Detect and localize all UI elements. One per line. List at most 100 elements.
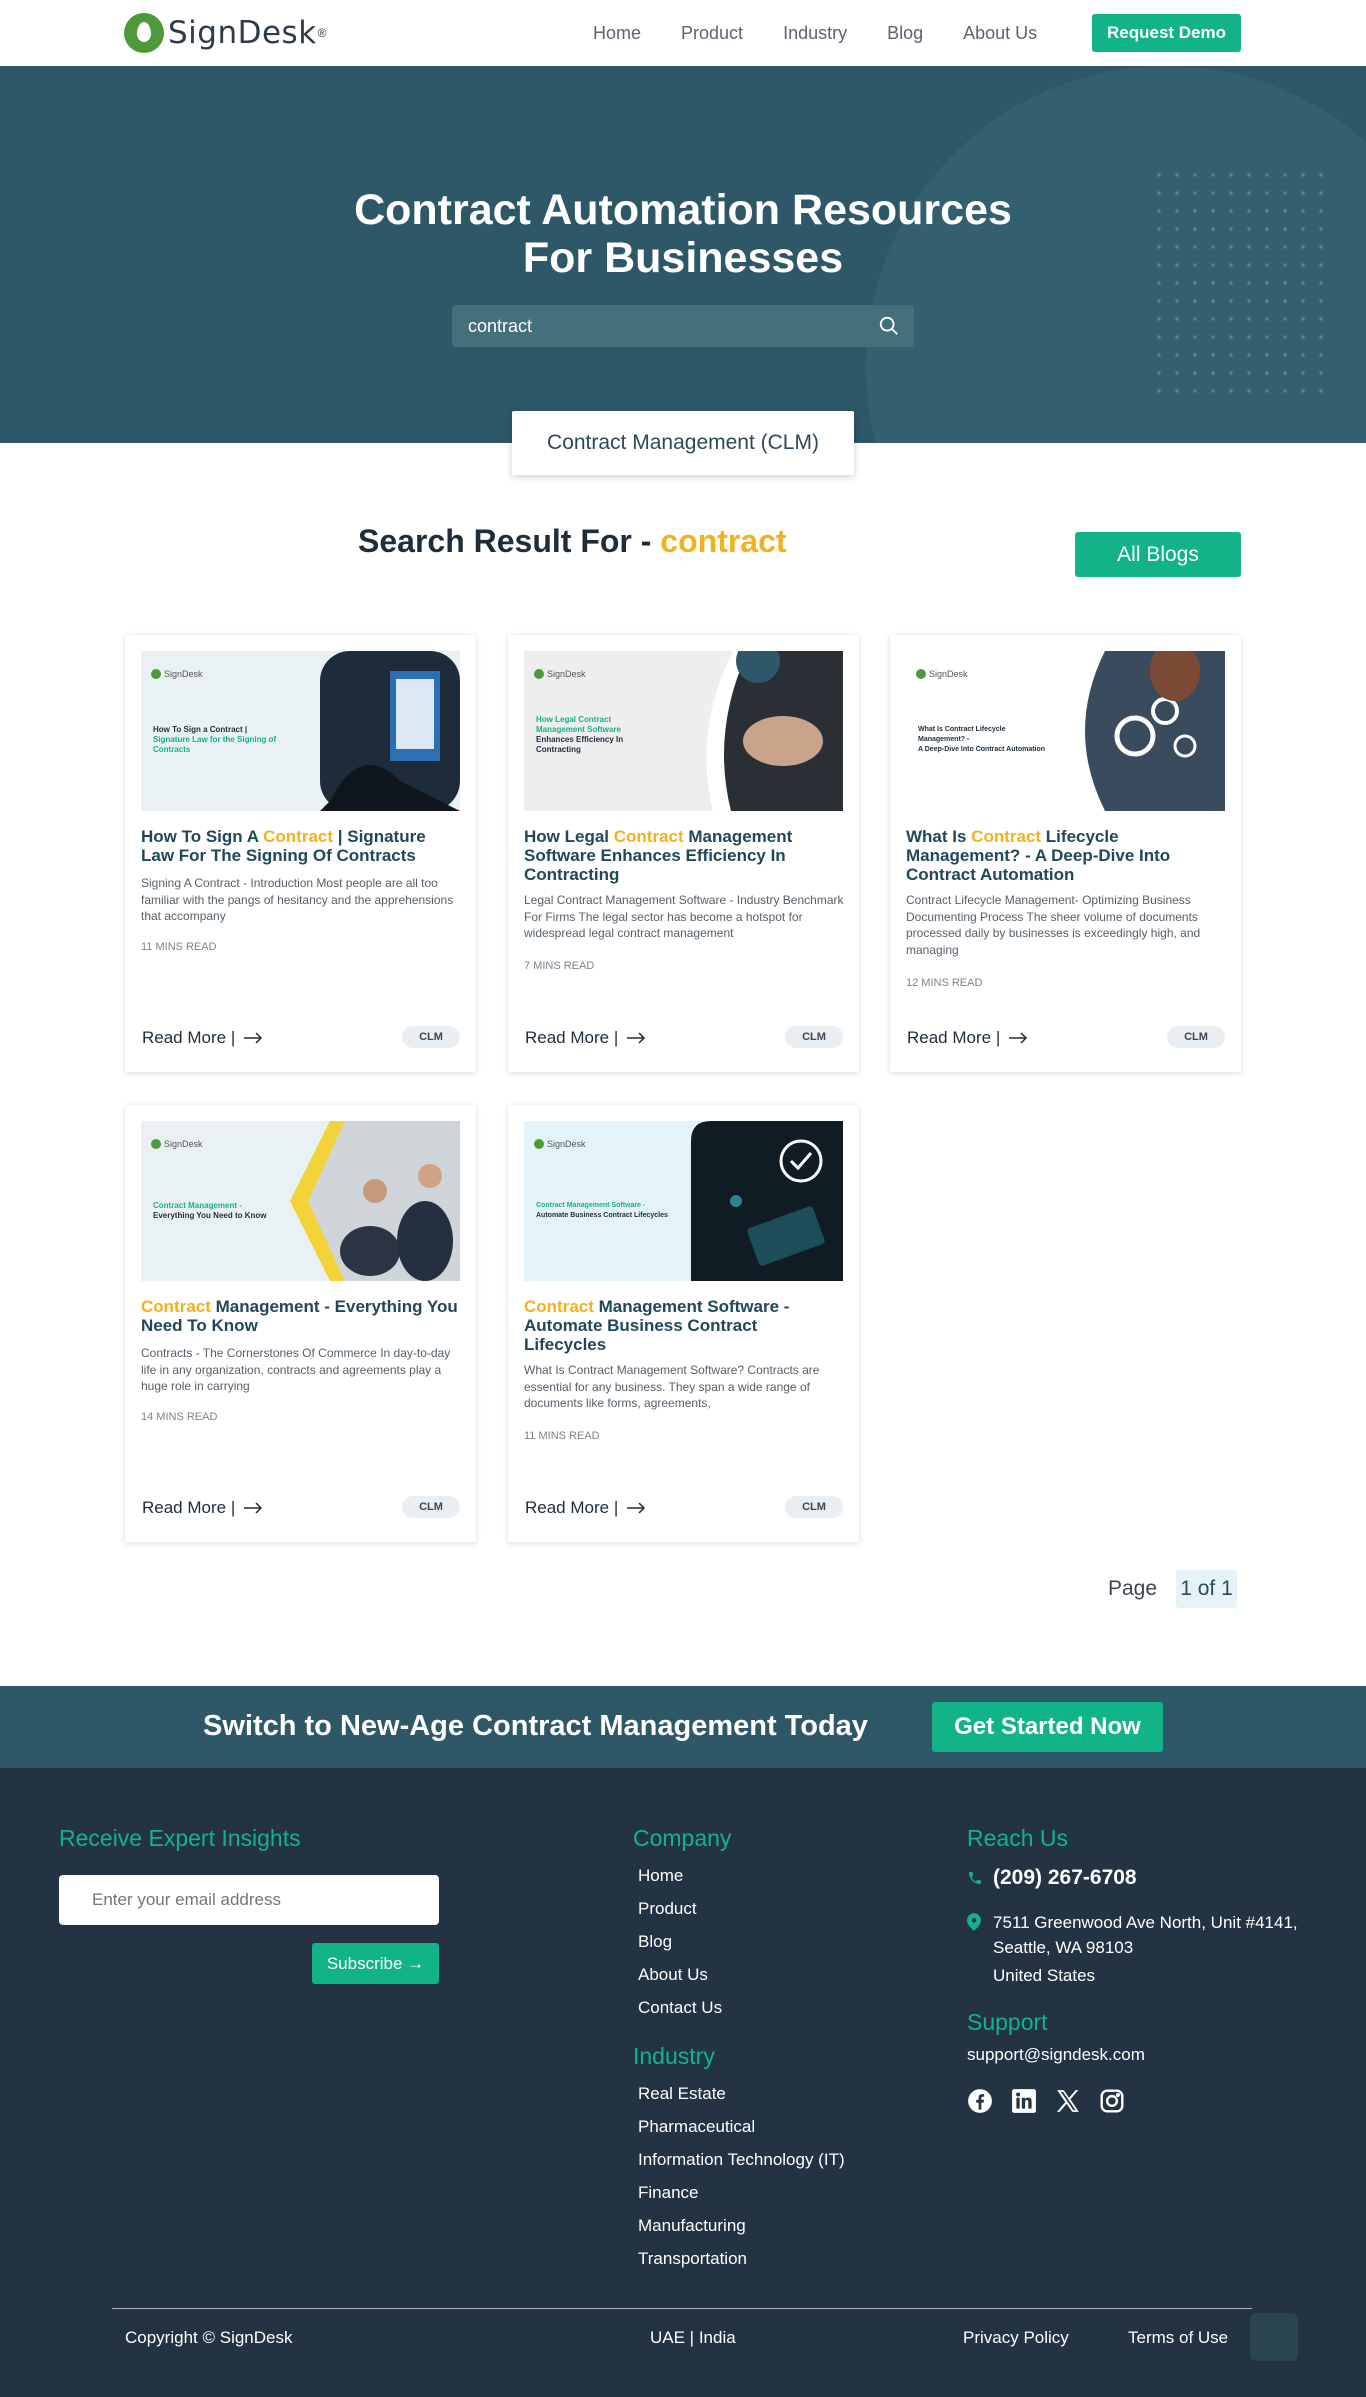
footer-link-transportation[interactable]: Transportation xyxy=(638,2249,747,2269)
read-more-label: Read More | xyxy=(142,1498,236,1517)
card-thumbnail: SignDesk Contract Management - Everything… xyxy=(141,1121,460,1281)
nav-blog[interactable]: Blog xyxy=(887,23,923,44)
blog-card[interactable]: SignDesk How Legal Contract Management S… xyxy=(508,635,859,1072)
title-keyword: Contract xyxy=(141,1297,211,1316)
card-thumbnail: SignDesk How Legal Contract Management S… xyxy=(524,651,843,811)
footer-link-blog[interactable]: Blog xyxy=(638,1932,672,1952)
terms-of-use-link[interactable]: Terms of Use xyxy=(1128,2328,1228,2348)
linkedin-icon[interactable] xyxy=(1011,2088,1037,2114)
search-input[interactable] xyxy=(452,315,852,337)
thumb-line: What Is Contract Lifecycle Management? - xyxy=(918,726,1006,743)
result-keyword: contract xyxy=(660,523,787,559)
read-more-link[interactable]: Read More | xyxy=(907,1028,1028,1048)
read-time: 7 MINS READ xyxy=(524,960,595,972)
cta-text: Switch to New-Age Contract Management To… xyxy=(203,1710,868,1742)
thumb-brand: SignDesk xyxy=(916,669,968,679)
hero-title-line2: For Businesses xyxy=(522,234,844,282)
footer-link-about-us[interactable]: About Us xyxy=(638,1965,708,1985)
card-title[interactable]: How Legal Contract Management Software E… xyxy=(524,827,844,884)
thumb-line: A Deep-Dive Into Contract Automation xyxy=(918,746,1046,753)
reach-us-heading: Reach Us xyxy=(967,1825,1068,1851)
card-title[interactable]: Contract Management - Everything You Nee… xyxy=(141,1297,461,1335)
search-result-title: Search Result For - contract xyxy=(358,523,787,560)
nav-about-us[interactable]: About Us xyxy=(963,23,1037,44)
blog-card[interactable]: SignDesk Contract Management - Everything… xyxy=(125,1105,476,1542)
read-more-label: Read More | xyxy=(525,1028,619,1047)
facebook-icon[interactable] xyxy=(967,2088,993,2114)
title-part: How Legal xyxy=(524,827,614,846)
footer-link-pharmaceutical[interactable]: Pharmaceutical xyxy=(638,2117,755,2137)
category-badge[interactable]: CLM xyxy=(402,1496,460,1518)
card-description: Contract Lifecycle Management- Optimizin… xyxy=(906,893,1201,957)
category-badge[interactable]: CLM xyxy=(402,1026,460,1048)
nav-product[interactable]: Product xyxy=(681,23,743,44)
thumb-brand: SignDesk xyxy=(534,1139,586,1149)
nav-industry[interactable]: Industry xyxy=(783,23,847,44)
recaptcha-badge-icon[interactable] xyxy=(1250,2313,1298,2361)
category-badge[interactable]: CLM xyxy=(1167,1026,1225,1048)
read-more-link[interactable]: Read More | xyxy=(142,1028,263,1048)
thumb-brand: SignDesk xyxy=(151,669,203,679)
signdesk-logo[interactable]: SignDesk ® xyxy=(124,13,327,53)
x-icon[interactable] xyxy=(1055,2088,1081,2114)
arrow-right-icon xyxy=(244,1502,263,1514)
read-time: 14 MINS READ xyxy=(141,1411,218,1423)
search-bar xyxy=(452,305,914,347)
thumb-text: How Legal Contract Management Software En… xyxy=(536,715,636,755)
pagination-label: Page xyxy=(1108,1577,1158,1600)
footer-link-manufacturing[interactable]: Manufacturing xyxy=(638,2216,746,2236)
card-title[interactable]: How To Sign A Contract | Signature Law F… xyxy=(141,827,461,865)
privacy-policy-link[interactable]: Privacy Policy xyxy=(963,2328,1069,2348)
subscribe-button[interactable]: Subscribe → xyxy=(312,1943,439,1984)
request-demo-button[interactable]: Request Demo xyxy=(1092,14,1241,52)
footer-link-home[interactable]: Home xyxy=(638,1866,683,1886)
location-pin-icon xyxy=(967,1913,981,1931)
title-keyword: Contract xyxy=(263,827,334,846)
thumb-brand: SignDesk xyxy=(534,669,586,679)
blog-card[interactable]: SignDesk How To Sign a Contract | Signatu… xyxy=(125,635,476,1072)
phone-number: (209) 267-6708 xyxy=(993,1866,1137,1889)
search-icon[interactable] xyxy=(878,315,900,337)
read-more-link[interactable]: Read More | xyxy=(525,1028,646,1048)
thumb-text: What Is Contract Lifecycle Management? -… xyxy=(918,725,1048,755)
company-heading: Company xyxy=(633,1825,732,1851)
arrow-right-icon xyxy=(244,1032,263,1044)
footer-link-real-estate[interactable]: Real Estate xyxy=(638,2084,726,2104)
category-badge[interactable]: CLM xyxy=(785,1026,843,1048)
blog-card[interactable]: SignDesk Contract Management Software - A… xyxy=(508,1105,859,1542)
footer-link-it[interactable]: Information Technology (IT) xyxy=(638,2150,845,2170)
phone-contact[interactable]: (209) 267-6708 xyxy=(967,1866,1137,1890)
category-tab-clm[interactable]: Contract Management (CLM) xyxy=(512,411,854,475)
copyright: Copyright © SignDesk xyxy=(125,2328,293,2347)
read-more-link[interactable]: Read More | xyxy=(525,1498,646,1518)
result-prefix: Search Result For - xyxy=(358,523,661,559)
all-blogs-button[interactable]: All Blogs xyxy=(1075,532,1241,577)
thumb-line: Automate Business Contract Lifecycles xyxy=(536,1212,668,1219)
card-thumbnail: SignDesk Contract Management Software - A… xyxy=(524,1121,843,1281)
read-more-link[interactable]: Read More | xyxy=(142,1498,263,1518)
blog-card[interactable]: SignDesk What Is Contract Lifecycle Mana… xyxy=(890,635,1241,1072)
pagination-current[interactable]: 1 of 1 xyxy=(1176,1570,1237,1608)
thumb-line: Everything You Need to Know xyxy=(153,1211,267,1220)
address: 7511 Greenwood Ave North, Unit #4141, Se… xyxy=(967,1910,1298,1988)
email-field[interactable] xyxy=(59,1875,439,1925)
card-title[interactable]: Contract Management Software - Automate … xyxy=(524,1297,844,1354)
read-more-label: Read More | xyxy=(907,1028,1001,1047)
footer-link-finance[interactable]: Finance xyxy=(638,2183,698,2203)
footer-link-contact-us[interactable]: Contact Us xyxy=(638,1998,722,2018)
support-email-link[interactable]: support@signdesk.com xyxy=(967,2045,1145,2065)
regions: UAE | India xyxy=(650,2328,736,2347)
footer-link-product[interactable]: Product xyxy=(638,1899,697,1919)
registered-mark: ® xyxy=(317,26,327,40)
cta-banner: Switch to New-Age Contract Management To… xyxy=(0,1686,1366,1768)
footer-divider xyxy=(112,2308,1252,2309)
card-title[interactable]: What Is Contract Lifecycle Management? -… xyxy=(906,827,1226,884)
thumb-line: How To Sign a Contract | xyxy=(153,725,248,734)
read-time: 11 MINS READ xyxy=(141,941,217,953)
thumb-line: Contract Management Software - xyxy=(536,1202,646,1209)
instagram-icon[interactable] xyxy=(1099,2088,1125,2114)
nav-home[interactable]: Home xyxy=(593,23,641,44)
get-started-button[interactable]: Get Started Now xyxy=(932,1702,1163,1752)
category-badge[interactable]: CLM xyxy=(785,1496,843,1518)
address-line: United States xyxy=(993,1966,1096,1985)
